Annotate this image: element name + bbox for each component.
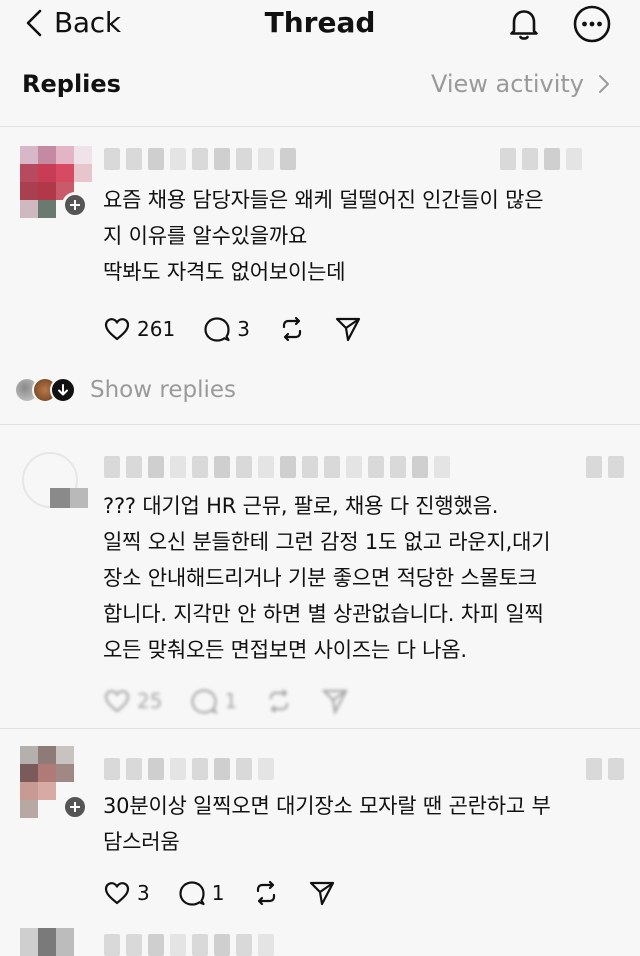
more-icon[interactable] xyxy=(572,4,612,44)
arrow-down-icon xyxy=(58,384,68,396)
author-name-blurred xyxy=(104,934,274,956)
send-icon xyxy=(335,317,361,342)
heart-icon xyxy=(104,882,130,905)
repost-icon xyxy=(257,880,276,906)
comment-text: 요즘 채용 담당자들은 왜케 덜떨어진 인간들이 많은 지 이유를 알수있을까요… xyxy=(103,188,544,284)
repost-icon xyxy=(282,316,302,342)
comment-text: 30분이상 일찍오면 대기장소 모자랄 땐 곤란하고 부 담스러움 xyxy=(103,794,551,854)
reply-avatar xyxy=(50,377,76,403)
top-bar: Back Thread xyxy=(0,0,640,48)
reply-button[interactable]: 3 xyxy=(203,315,250,343)
follow-plus-icon[interactable] xyxy=(62,794,88,820)
comment-icon xyxy=(179,881,205,906)
like-count: 25 xyxy=(137,689,163,713)
reply-count: 1 xyxy=(224,689,238,713)
timestamp-blurred xyxy=(500,148,582,174)
bell-icon[interactable] xyxy=(504,4,544,44)
replies-header: Replies View activity xyxy=(0,64,640,104)
like-button[interactable]: 3 xyxy=(103,879,150,907)
follow-plus-icon[interactable] xyxy=(62,192,88,218)
repost-button[interactable] xyxy=(265,687,293,715)
share-button[interactable] xyxy=(334,315,362,343)
comment-actions: 3 1 xyxy=(103,878,364,908)
share-button[interactable] xyxy=(321,687,349,715)
divider xyxy=(0,126,640,127)
reply-count: 1 xyxy=(211,881,225,905)
show-replies-button[interactable]: Show replies xyxy=(14,374,236,406)
heart-icon xyxy=(104,318,130,341)
repost-button[interactable] xyxy=(278,315,306,343)
heart-icon xyxy=(104,690,130,713)
view-activity-link[interactable]: View activity xyxy=(431,70,610,98)
send-icon xyxy=(310,881,335,906)
reply-button[interactable]: 1 xyxy=(190,687,237,715)
comment-actions: 25 1 xyxy=(103,686,377,716)
comment-text: ??? 대기업 HR 근뮤, 팔로, 채용 다 진행했음. 일찍 오신 분들한테… xyxy=(103,494,551,662)
avatar-pixels xyxy=(50,488,88,512)
comment-icon xyxy=(204,317,230,342)
timestamp-blurred xyxy=(586,456,624,482)
send-icon xyxy=(321,689,349,715)
comment-icon xyxy=(191,689,219,715)
reply-button[interactable]: 1 xyxy=(178,879,225,907)
timestamp-blurred xyxy=(586,758,624,784)
repost-icon xyxy=(270,689,289,713)
reply-count: 3 xyxy=(237,317,250,341)
replies-label: Replies xyxy=(22,70,121,98)
like-count: 3 xyxy=(137,881,150,905)
like-count: 261 xyxy=(137,317,176,341)
like-button[interactable]: 25 xyxy=(103,687,162,715)
view-activity-label: View activity xyxy=(430,70,584,98)
author-name-blurred xyxy=(104,148,296,174)
like-button[interactable]: 261 xyxy=(103,315,175,343)
author-name-blurred xyxy=(104,456,450,482)
author-name-blurred xyxy=(104,758,274,784)
repost-button[interactable] xyxy=(252,879,280,907)
share-button[interactable] xyxy=(308,879,336,907)
page-title: Thread xyxy=(264,6,376,39)
divider xyxy=(0,728,640,729)
divider xyxy=(0,424,640,425)
comment-actions: 261 3 xyxy=(103,314,390,344)
avatar[interactable] xyxy=(20,928,92,956)
chevron-right-icon xyxy=(599,75,609,93)
show-replies-label: Show replies xyxy=(90,377,236,403)
